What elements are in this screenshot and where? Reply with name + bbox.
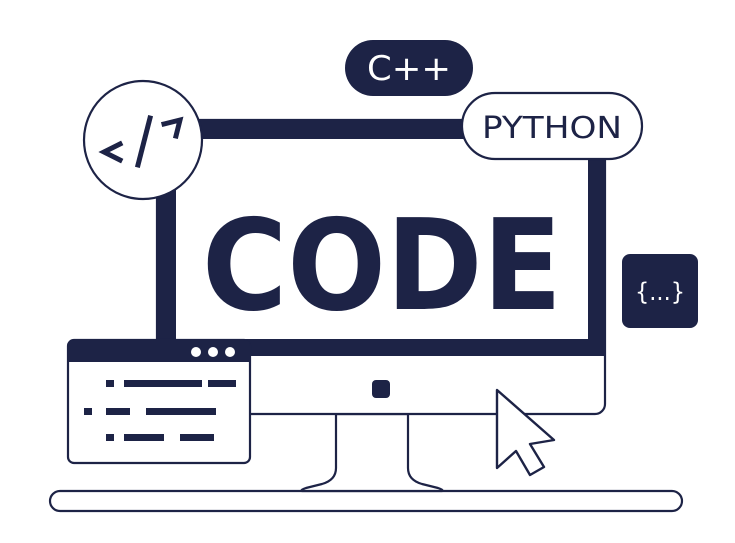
braces-badge: {...} [622, 254, 698, 328]
illustration-canvas: CODE C++ PYTHON {...} [48, 40, 698, 513]
power-button [372, 380, 390, 398]
window-dots-icon [191, 347, 235, 357]
screen-code-text: CODE [202, 192, 562, 339]
desk [48, 489, 684, 513]
cpp-badge: C++ [345, 40, 473, 96]
monitor-stand [300, 412, 444, 493]
python-label: PYTHON [482, 111, 622, 146]
cpp-label: C++ [367, 49, 451, 89]
code-window [66, 338, 252, 465]
code-illustration: CODE C++ PYTHON {...} [0, 0, 735, 539]
python-badge: PYTHON [460, 91, 644, 161]
code-tag-badge [82, 79, 204, 201]
braces-icon: {...} [635, 278, 685, 306]
